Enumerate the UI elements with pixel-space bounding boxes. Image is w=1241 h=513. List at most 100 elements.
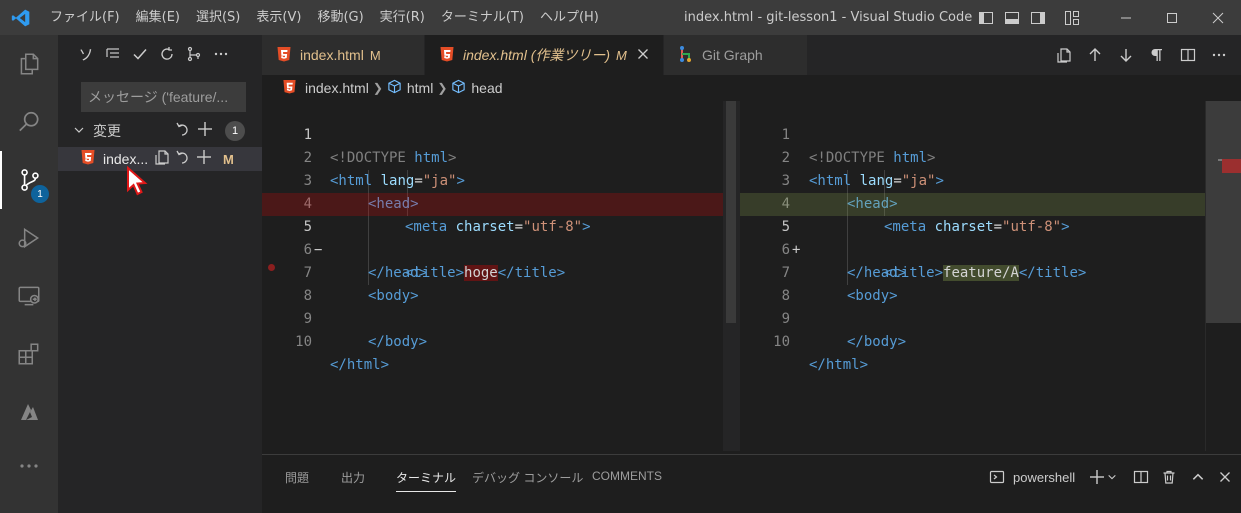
panel-actions: powershell xyxy=(989,463,1231,491)
html-file-icon xyxy=(276,46,292,65)
tab-label: index.html (作業ツリー) xyxy=(463,47,611,63)
tab-debug-console[interactable]: デバッグ コンソール xyxy=(472,469,583,486)
editor-actions xyxy=(1053,35,1241,75)
new-terminal-icon[interactable] xyxy=(1089,467,1105,487)
source-control-badge: 1 xyxy=(31,185,49,203)
previous-change-icon[interactable] xyxy=(1084,45,1105,66)
tab-index-html[interactable]: index.html M xyxy=(262,35,424,75)
menu-selection[interactable]: 選択(S) xyxy=(188,0,248,35)
close-window-icon[interactable] xyxy=(1195,0,1241,35)
discard-all-icon[interactable] xyxy=(175,121,191,141)
customize-layout-icon[interactable] xyxy=(1061,7,1083,29)
tab-label: Git Graph xyxy=(702,47,763,63)
code-line: 8 xyxy=(303,288,312,304)
tab-git-graph[interactable]: Git Graph xyxy=(664,35,807,75)
source-control-icon[interactable]: 1 xyxy=(0,151,58,209)
next-change-icon[interactable] xyxy=(1115,45,1136,66)
diff-scrollbar[interactable] xyxy=(723,101,740,451)
code-line: 2 <html lang="ja"> xyxy=(303,150,465,189)
open-file-icon[interactable] xyxy=(154,149,170,169)
chevron-right-icon: ❯ xyxy=(437,81,448,95)
git-graph-icon xyxy=(678,45,694,66)
diff-editor-original[interactable]: 1 <!DOCTYPE html> 2 <html lang="ja"> 3 <… xyxy=(262,101,723,451)
discard-changes-icon[interactable] xyxy=(175,149,191,169)
code-line: 4 <meta charset="utf-8"> xyxy=(781,196,1070,235)
menu-help[interactable]: ヘルプ(H) xyxy=(532,0,607,35)
commit-message-input[interactable]: メッセージ ('feature/... xyxy=(81,82,246,112)
stage-all-icon[interactable] xyxy=(197,121,213,141)
bottom-panel: 問題 出力 ターミナル デバッグ コンソール COMMENTS powershe… xyxy=(262,454,1241,513)
html-file-icon xyxy=(439,46,455,65)
inserted-code-line: 5 + <title>feature/A</title> xyxy=(740,193,1205,281)
azure-icon[interactable] xyxy=(0,383,58,441)
code-line: 9 </body> xyxy=(303,311,428,350)
breadcrumb-head[interactable]: head xyxy=(471,80,502,96)
maximize-icon[interactable] xyxy=(1149,0,1195,35)
chevron-down-icon[interactable] xyxy=(1107,467,1117,487)
chevron-right-icon: ❯ xyxy=(372,81,383,95)
symbol-icon xyxy=(451,79,466,97)
terminal-name[interactable]: powershell xyxy=(1013,467,1075,487)
deleted-code-line: 5 − <title>hoge</title> xyxy=(262,193,723,281)
tab-status: M xyxy=(616,47,627,63)
tab-status: M xyxy=(369,47,381,63)
tab-comments[interactable]: COMMENTS xyxy=(592,469,662,483)
view-as-tree-icon[interactable] xyxy=(103,44,123,64)
html-file-icon xyxy=(80,149,96,169)
toggle-primary-sidebar-icon[interactable] xyxy=(975,7,997,29)
scrollbar-thumb[interactable] xyxy=(726,101,736,323)
maximize-panel-icon[interactable] xyxy=(1191,467,1205,487)
tab-label: index.html xyxy=(300,47,364,63)
menu-run[interactable]: 実行(R) xyxy=(372,0,433,35)
trash-icon[interactable] xyxy=(1161,467,1177,487)
tab-output[interactable]: 出力 xyxy=(341,469,365,486)
symbol-icon xyxy=(387,79,402,97)
explorer-icon[interactable] xyxy=(0,35,58,93)
menu-edit[interactable]: 編集(E) xyxy=(128,0,188,35)
source-control-toolbar: ソ xyxy=(58,35,262,73)
menu-terminal[interactable]: ターミナル(T) xyxy=(433,0,532,35)
menu-go[interactable]: 移動(G) xyxy=(309,0,371,35)
split-terminal-icon[interactable] xyxy=(1133,467,1149,487)
chevron-down-icon xyxy=(73,124,87,139)
changed-file-name: index... xyxy=(103,151,149,167)
code-line: 4 <meta charset="utf-8"> xyxy=(303,196,591,235)
menu-view[interactable]: 表示(V) xyxy=(248,0,309,35)
diff-overview-marker xyxy=(1222,159,1241,173)
close-tab-icon[interactable] xyxy=(637,47,649,63)
tab-index-html-working-tree[interactable]: index.html (作業ツリー) M xyxy=(425,35,663,75)
breadcrumb-file[interactable]: index.html xyxy=(305,80,369,96)
code-line: 10 </html> xyxy=(773,334,869,373)
breadcrumb: index.html ❯ html ❯ head xyxy=(262,75,1241,101)
extensions-icon[interactable] xyxy=(0,325,58,383)
more-actions-icon[interactable] xyxy=(1208,45,1229,66)
run-debug-icon[interactable] xyxy=(0,209,58,267)
menu-file[interactable]: ファイル(F) xyxy=(42,0,128,35)
changes-count-badge: 1 xyxy=(225,121,245,141)
vscode-logo-icon xyxy=(0,0,42,35)
more-icon[interactable] xyxy=(0,437,58,495)
split-editor-icon[interactable] xyxy=(1177,45,1198,66)
overview-ruler[interactable] xyxy=(1205,101,1241,451)
stage-changes-icon[interactable] xyxy=(196,149,212,169)
show-whitespace-icon[interactable] xyxy=(1146,45,1167,66)
more-actions-icon[interactable] xyxy=(211,44,231,64)
search-icon[interactable] xyxy=(0,93,58,151)
diff-editor-modified[interactable]: 1 <!DOCTYPE html> 2 <html lang="ja"> 3 <… xyxy=(740,101,1205,451)
toggle-secondary-sidebar-icon[interactable] xyxy=(1027,7,1049,29)
code-line: 9 </body> xyxy=(781,311,907,350)
close-panel-icon[interactable] xyxy=(1219,467,1231,487)
source-control-sidebar: ソ メッセージ ('feature/... 変更 1 index... M xyxy=(58,35,262,513)
commit-check-icon[interactable] xyxy=(130,44,150,64)
tab-terminal[interactable]: ターミナル xyxy=(396,469,457,492)
remote-explorer-icon[interactable] xyxy=(0,267,58,325)
menu-bar: ファイル(F) 編集(E) 選択(S) 表示(V) 移動(G) 実行(R) ター… xyxy=(42,0,607,35)
overview-slider[interactable] xyxy=(1206,101,1241,323)
refresh-icon[interactable] xyxy=(157,44,177,64)
breadcrumb-html[interactable]: html xyxy=(407,80,433,96)
toggle-panel-icon[interactable] xyxy=(1001,7,1023,29)
minimize-icon[interactable] xyxy=(1103,0,1149,35)
open-file-icon[interactable] xyxy=(1053,45,1074,66)
tab-problems[interactable]: 問題 xyxy=(285,469,309,486)
branch-graph-icon[interactable] xyxy=(184,44,204,64)
